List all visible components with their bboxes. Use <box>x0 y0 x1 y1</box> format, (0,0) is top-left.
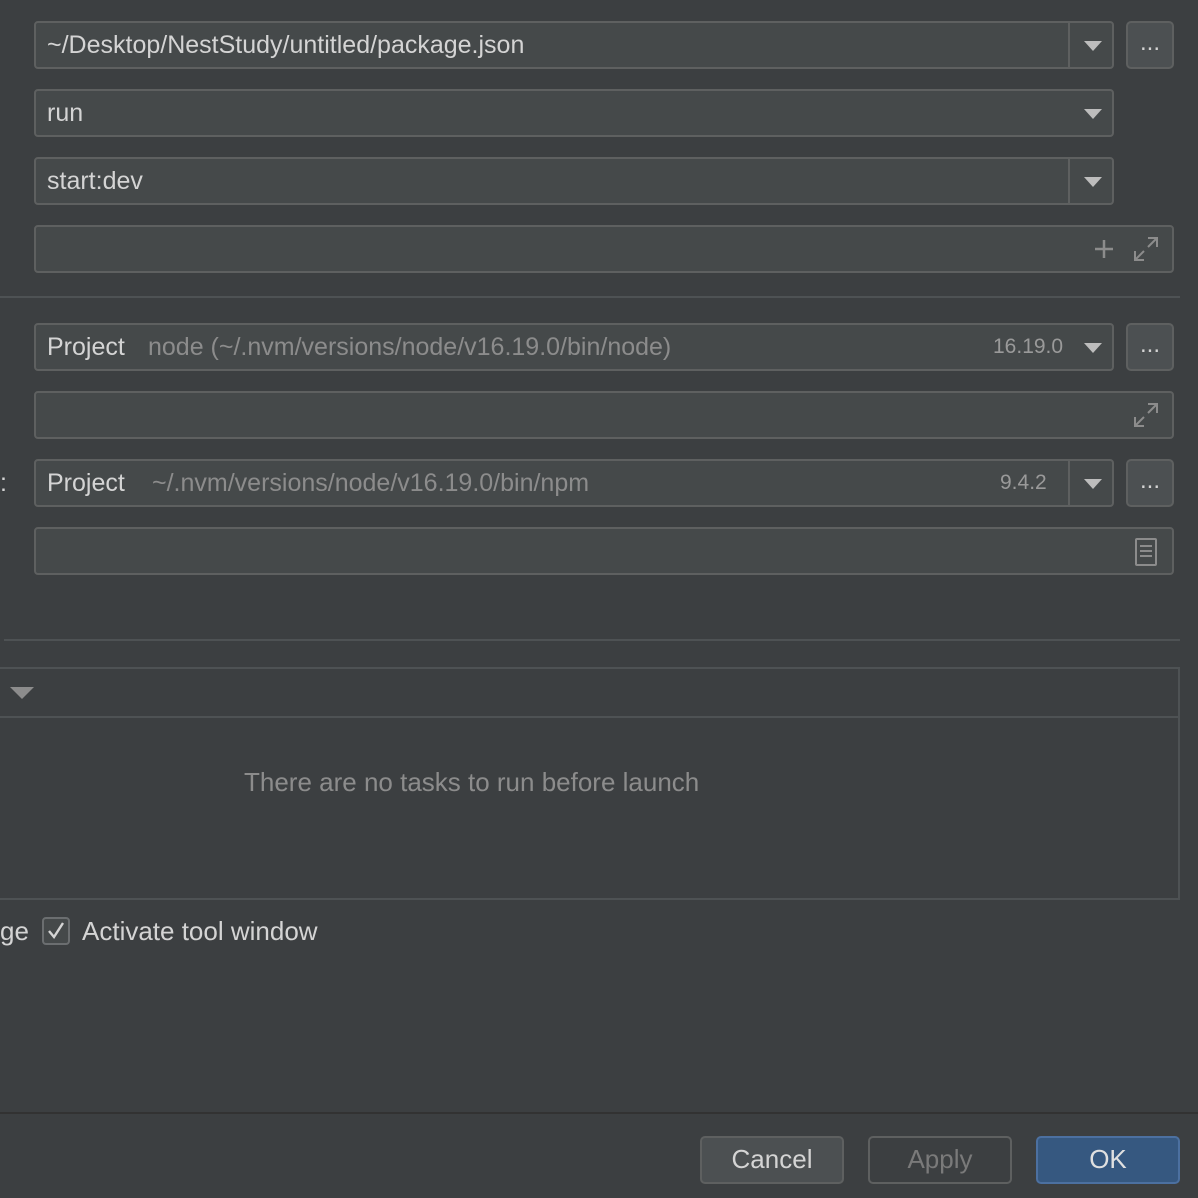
footer-separator <box>0 1112 1198 1114</box>
node-version-badge: 16.19.0 <box>993 335 1064 358</box>
cancel-button[interactable]: Cancel <box>700 1136 844 1184</box>
node-options-field[interactable] <box>34 391 1174 439</box>
before-launch-toolbar <box>0 669 1178 718</box>
toolbar-dropdown-icon[interactable] <box>10 687 34 699</box>
scripts-combo[interactable]: start:dev <box>34 157 1114 205</box>
chevron-down-icon[interactable] <box>1084 343 1102 353</box>
package-json-browse-button[interactable]: ... <box>1126 21 1174 69</box>
plus-icon[interactable] <box>1092 237 1116 261</box>
apply-button[interactable]: Apply <box>868 1136 1012 1184</box>
node-interpreter-combo[interactable]: Project node (~/.nvm/versions/node/v16.1… <box>34 323 1114 371</box>
section-separator <box>4 639 1180 641</box>
ok-button[interactable]: OK <box>1036 1136 1180 1184</box>
section-separator <box>0 296 1180 298</box>
package-manager-combo[interactable]: Project ~/.nvm/versions/node/v16.19.0/bi… <box>34 459 1114 507</box>
package-json-combo[interactable]: ~/Desktop/NestStudy/untitled/package.jso… <box>34 21 1114 69</box>
package-manager-label-fragment: : <box>0 469 7 497</box>
node-interpreter-path: node (~/.nvm/versions/node/v16.19.0/bin/… <box>148 333 672 361</box>
scripts-value: start:dev <box>47 167 143 195</box>
combo-separator <box>1068 23 1070 67</box>
checkmark-icon <box>48 922 65 940</box>
arguments-field[interactable] <box>34 225 1174 273</box>
npm-version-badge: 9.4.2 <box>1000 471 1047 494</box>
activate-tool-window-label: Activate tool window <box>82 916 318 946</box>
document-icon[interactable] <box>1134 538 1158 566</box>
node-interpreter-scope: Project <box>47 333 125 361</box>
node-interpreter-browse-button[interactable]: ... <box>1126 323 1174 371</box>
option-label-fragment: ge <box>0 916 29 946</box>
package-manager-browse-button[interactable]: ... <box>1126 459 1174 507</box>
package-manager-scope: Project <box>47 469 125 497</box>
before-launch-panel: There are no tasks to run before launch <box>0 667 1180 900</box>
command-combo[interactable]: run <box>34 89 1114 137</box>
expand-icon[interactable] <box>1132 235 1160 263</box>
chevron-down-icon[interactable] <box>1084 177 1102 187</box>
activate-tool-window-checkbox[interactable] <box>42 917 70 945</box>
combo-separator <box>1068 461 1070 505</box>
package-json-value: ~/Desktop/NestStudy/untitled/package.jso… <box>47 31 525 59</box>
before-launch-empty-text: There are no tasks to run before launch <box>244 767 700 797</box>
chevron-down-icon[interactable] <box>1084 479 1102 489</box>
combo-separator <box>1068 159 1070 203</box>
command-value: run <box>47 99 84 127</box>
package-manager-path: ~/.nvm/versions/node/v16.19.0/bin/npm <box>152 469 590 497</box>
chevron-down-icon[interactable] <box>1084 109 1102 119</box>
chevron-down-icon[interactable] <box>1084 41 1102 51</box>
environment-field[interactable] <box>34 527 1174 575</box>
expand-icon[interactable] <box>1132 401 1160 429</box>
